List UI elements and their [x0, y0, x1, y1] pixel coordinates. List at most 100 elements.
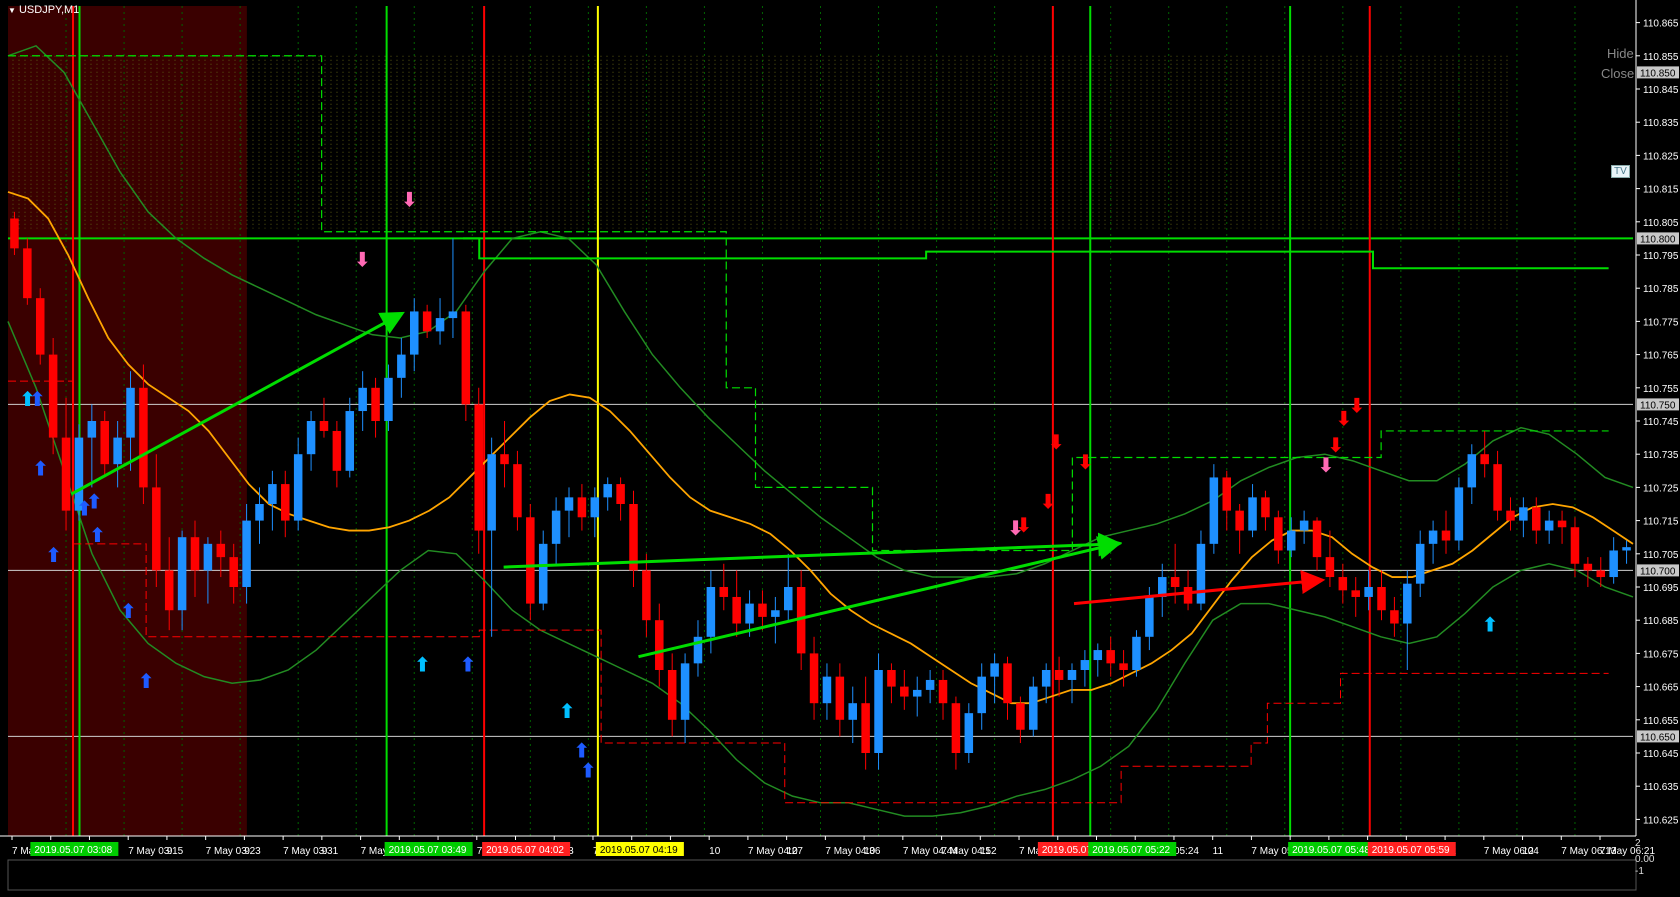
close-button[interactable]: Close	[1601, 66, 1634, 81]
candle-body	[616, 484, 625, 504]
candle-body	[977, 676, 986, 714]
symbol-header[interactable]: ▼ USDJPY,M1	[8, 4, 79, 16]
candle-body	[1080, 660, 1090, 670]
time-marker-label: 2019.05.07 03:08	[34, 845, 112, 856]
y-tick-label: 110.685	[1643, 616, 1679, 627]
x-tick-label: 7 May 03:15	[128, 846, 183, 857]
candle-body	[912, 689, 922, 697]
candle-body	[500, 454, 509, 465]
candle-body	[603, 484, 612, 498]
y-tick-label: 110.705	[1643, 550, 1679, 561]
candle-body	[1364, 587, 1373, 597]
y-tick-label: 110.865	[1643, 19, 1679, 30]
candle-body	[1493, 464, 1502, 511]
arrow-down-icon: ⬇	[1015, 513, 1032, 537]
candle-body	[268, 484, 277, 504]
price-tag-label: 110.800	[1640, 234, 1676, 245]
candle-body	[938, 679, 948, 704]
arrow-down-icon: ⬇	[1040, 490, 1057, 514]
y-tick-label: 110.765	[1643, 351, 1679, 362]
candle-body	[732, 596, 741, 624]
candle-body	[306, 421, 316, 455]
candle-body	[1029, 686, 1038, 730]
x-tick-label: 11	[980, 846, 991, 857]
candle-body	[874, 670, 883, 753]
arrow-down-icon: ⬇	[1348, 393, 1365, 417]
time-marker-label: 2019.05.07 05:59	[1372, 845, 1450, 856]
candle-body	[1351, 590, 1360, 597]
candle-body	[1519, 507, 1528, 521]
candle-body	[203, 543, 213, 571]
arrow-up-icon: ⬆	[32, 456, 49, 480]
candle-body	[1570, 527, 1580, 564]
candle-body	[397, 354, 406, 378]
candle-body	[925, 679, 935, 690]
candle-body	[1454, 487, 1464, 541]
candle-body	[1067, 670, 1077, 680]
candle-body	[409, 311, 419, 355]
candle-body	[745, 603, 754, 624]
x-tick-label: 7 May 03:23	[206, 846, 261, 857]
symbol-label: USDJPY,M1	[18, 4, 80, 16]
time-marker-label: 2019.05.07 04:19	[600, 845, 678, 856]
subwindow-max: 2	[1635, 838, 1641, 849]
arrow-up-icon: ⬆	[120, 599, 137, 623]
subwindow-zero: 0.00	[1635, 854, 1655, 865]
candle-body	[1222, 477, 1232, 511]
y-tick-label: 110.695	[1643, 583, 1679, 594]
candle-body	[809, 653, 819, 704]
candle-body	[1544, 520, 1554, 531]
candle-body	[1235, 510, 1244, 531]
y-tick-label: 110.715	[1643, 517, 1679, 528]
candle-body	[1170, 577, 1180, 587]
candle-body	[1403, 583, 1412, 624]
candle-body	[1209, 477, 1219, 544]
candle-body	[861, 703, 870, 753]
tv-badge[interactable]: TV	[1611, 165, 1630, 178]
y-tick-label: 110.755	[1643, 384, 1679, 395]
candle-body	[719, 587, 729, 597]
candle-body	[771, 610, 780, 617]
arrow-down-icon: ⬇	[1048, 430, 1065, 454]
candle-body	[177, 537, 187, 611]
candle-body	[964, 713, 974, 753]
y-tick-label: 110.655	[1643, 716, 1679, 727]
triangle-down-icon[interactable]: ▼	[8, 6, 16, 15]
candle-body	[152, 487, 161, 571]
y-tick-label: 110.785	[1643, 284, 1679, 295]
candle-body	[848, 703, 857, 720]
hide-button[interactable]: Hide	[1607, 46, 1634, 61]
arrow-up-icon: ⬆	[559, 699, 576, 723]
price-tag-label: 110.650	[1640, 732, 1676, 743]
candle-body	[1183, 587, 1193, 604]
y-tick-label: 110.735	[1643, 450, 1679, 461]
y-tick-label: 110.625	[1643, 815, 1679, 826]
candle-body	[1557, 520, 1567, 528]
y-tick-label: 110.635	[1643, 782, 1679, 793]
candle-body	[822, 676, 832, 704]
candle-body	[113, 437, 122, 465]
candle-body	[784, 587, 793, 611]
arrow-down-icon: ⬇	[354, 247, 371, 271]
candle-body	[1428, 530, 1438, 544]
y-tick-label: 110.835	[1643, 118, 1679, 129]
candle-body	[255, 504, 264, 521]
x-tick-label: 9	[322, 846, 328, 857]
arrow-up-icon: ⬆	[1482, 613, 1499, 637]
candle-body	[23, 248, 32, 299]
candle-body	[371, 387, 380, 421]
candle-body	[1016, 703, 1025, 730]
candle-body	[758, 603, 767, 617]
subwindow-min: -1	[1635, 866, 1644, 877]
candle-body	[951, 703, 961, 753]
candle-body	[319, 421, 329, 431]
candle-body	[1377, 587, 1386, 611]
arrow-up-icon: ⬆	[45, 543, 62, 567]
candle-body	[10, 218, 19, 249]
candle-body	[1596, 570, 1606, 578]
candle-body	[461, 311, 471, 405]
time-marker-label: 2019.05.07 04:02	[486, 845, 564, 856]
price-chart[interactable]: ⬆⬆⬆⬆⬆⬆⬆⬆⬆⬇⬇⬆ ⬆⬆⬆⬆⬇⬇⬇⬇⬇ ⬇⬇⬇⬇⬆ 110.865110.85…	[0, 0, 1680, 897]
candle-body	[1325, 557, 1335, 578]
arrow-down-icon: ⬇	[401, 188, 418, 212]
